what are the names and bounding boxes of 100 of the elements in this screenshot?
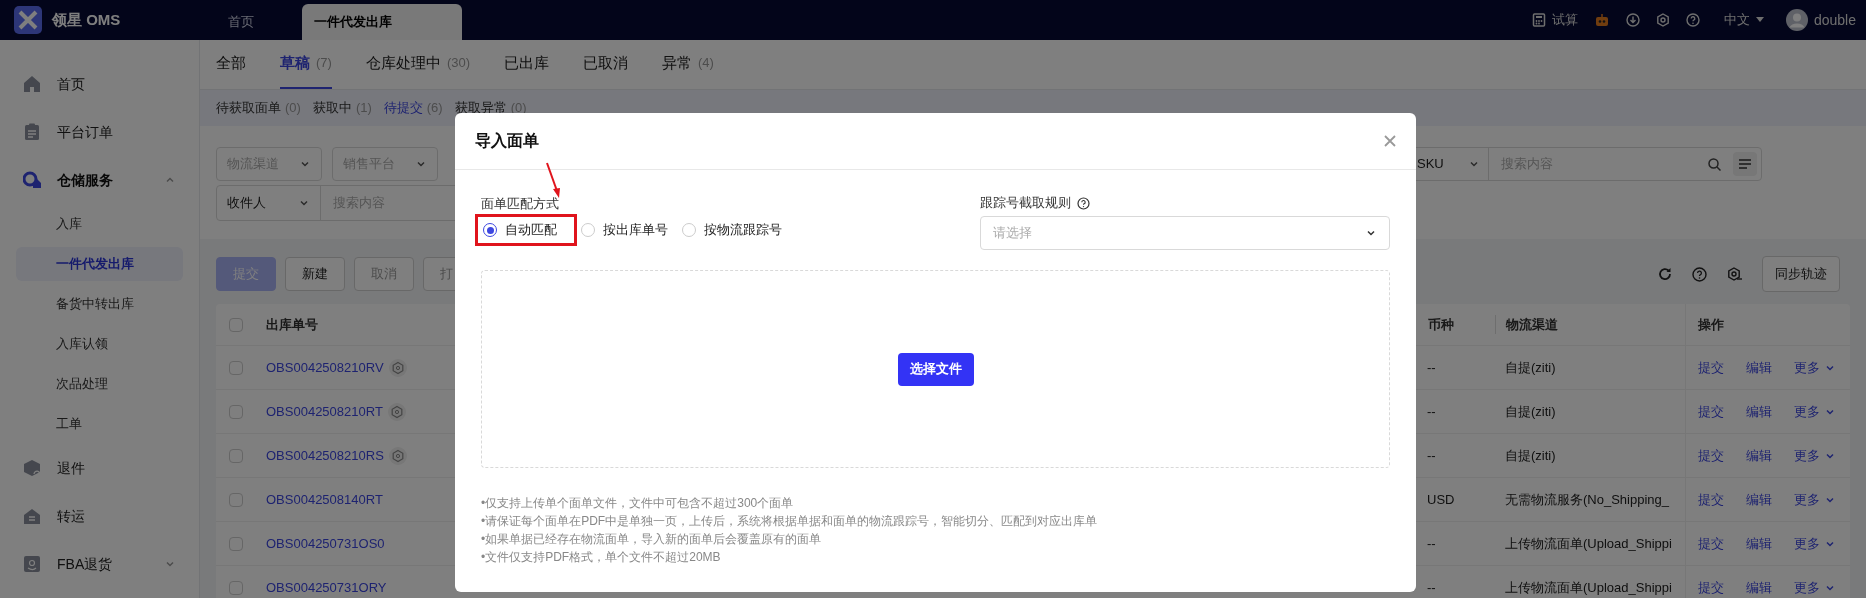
box-icon bbox=[23, 459, 41, 477]
upload-area[interactable]: 选择文件 bbox=[481, 270, 1390, 468]
table-cell-text: 无需物流服务(No_Shipping_ bbox=[1504, 490, 1670, 509]
column-header: 出库单号 bbox=[266, 315, 319, 334]
table-cell-text: 上传物流面单(Upload_Shippi bbox=[1504, 534, 1673, 553]
note-text: •请保证每个面单在PDF中是单独一页，上传后，系统将根据单据和面单的物流跟踪号，智能切分、匹配到对应出库单 bbox=[481, 513, 1099, 530]
sidebar-item[interactable]: 次品处理 bbox=[16, 367, 183, 401]
checkbox[interactable] bbox=[229, 492, 243, 507]
caret-down-icon bbox=[1755, 17, 1764, 23]
radio-option[interactable]: 自动匹配 bbox=[481, 220, 567, 240]
checkbox[interactable] bbox=[229, 360, 243, 375]
choose-file-button[interactable]: 选择文件 bbox=[897, 352, 974, 386]
order-link[interactable]: OBS0042508210RS bbox=[266, 445, 384, 466]
user-name[interactable]: double bbox=[1813, 9, 1856, 31]
order-link[interactable]: OBS004250731OS0 bbox=[266, 533, 385, 554]
dialog-title: 导入面单 bbox=[475, 131, 539, 151]
table-cell-text: -- bbox=[1426, 534, 1437, 553]
home-icon bbox=[23, 75, 41, 93]
more-link[interactable]: 更多 bbox=[1794, 445, 1820, 466]
robot-icon bbox=[1593, 12, 1610, 28]
checkbox[interactable] bbox=[229, 317, 243, 332]
order-link[interactable]: OBS0042508210RT bbox=[266, 401, 383, 422]
language-selector[interactable]: 中文 bbox=[1723, 10, 1750, 30]
clipboard-icon bbox=[23, 123, 41, 141]
sidebar-item[interactable]: 入库 bbox=[16, 207, 183, 241]
action-link[interactable]: 提交 bbox=[1698, 489, 1724, 510]
house-icon bbox=[23, 507, 41, 525]
sidebar-item[interactable]: FBA退货 bbox=[57, 553, 113, 575]
action-link[interactable]: 编辑 bbox=[1746, 401, 1772, 422]
action-link[interactable]: 编辑 bbox=[1746, 489, 1772, 510]
more-link[interactable]: 更多 bbox=[1794, 489, 1820, 510]
avatar-icon bbox=[1785, 9, 1808, 31]
action-link[interactable]: 提交 bbox=[1698, 357, 1724, 378]
action-link[interactable]: 编辑 bbox=[1746, 445, 1772, 466]
note-text: •文件仅支持PDF格式，单个文件不超过20MB bbox=[481, 549, 722, 566]
action-link[interactable]: 提交 bbox=[1698, 401, 1724, 422]
settings-icon bbox=[1727, 266, 1742, 282]
toolbar-button[interactable]: 新建 bbox=[285, 257, 345, 291]
column-header: 物流渠道 bbox=[1495, 314, 1685, 335]
checkbox[interactable] bbox=[229, 536, 243, 551]
sidebar-item[interactable]: 仓储服务 bbox=[57, 169, 113, 191]
table-cell-text: -- bbox=[1426, 358, 1437, 377]
checkbox[interactable] bbox=[229, 448, 243, 463]
select-field[interactable]: 收件人 bbox=[217, 186, 321, 220]
table-cell-text: 自提(ziti) bbox=[1504, 446, 1557, 465]
action-link[interactable]: 提交 bbox=[1698, 577, 1724, 598]
more-link[interactable]: 更多 bbox=[1794, 577, 1820, 598]
checkbox[interactable] bbox=[229, 580, 243, 595]
download-icon bbox=[1625, 13, 1640, 27]
select-field[interactable]: 请选择 bbox=[980, 216, 1390, 250]
order-link[interactable]: OBS0042508210RV bbox=[266, 357, 384, 378]
warehouse-icon bbox=[23, 171, 41, 189]
action-link[interactable]: 提交 bbox=[1698, 533, 1724, 554]
sidebar-item[interactable]: 备货中转出库 bbox=[16, 287, 183, 321]
sync-button[interactable]: 同步轨迹 bbox=[1762, 256, 1840, 292]
settings-icon bbox=[1655, 13, 1670, 27]
logo-icon bbox=[14, 6, 42, 34]
sidebar-item[interactable]: 入库认领 bbox=[16, 327, 183, 361]
checkbox[interactable] bbox=[229, 404, 243, 419]
note-text: •如果单据已经存在物流面单，导入新的面单后会覆盖原有的面单 bbox=[481, 531, 823, 548]
app-name: 领星 OMS bbox=[52, 9, 121, 30]
order-link[interactable]: OBS004250731ORY bbox=[266, 577, 387, 598]
more-link[interactable]: 更多 bbox=[1794, 533, 1820, 554]
status-tab[interactable]: 全部 bbox=[216, 39, 246, 89]
nav-tab[interactable]: 首页 bbox=[220, 4, 263, 40]
column-header: 操作 bbox=[1685, 304, 1850, 345]
close-icon bbox=[1384, 135, 1396, 147]
tool-label[interactable]: 试算 bbox=[1551, 10, 1578, 30]
radio-option[interactable]: 按出库单号 bbox=[579, 220, 668, 240]
table-cell-text: 上传物流面单(Upload_Shippi bbox=[1504, 578, 1673, 597]
action-link[interactable]: 编辑 bbox=[1746, 533, 1772, 554]
sidebar-item[interactable]: 平台订单 bbox=[57, 121, 113, 143]
sidebar-item[interactable]: 首页 bbox=[57, 73, 85, 95]
action-link[interactable]: 提交 bbox=[1698, 445, 1724, 466]
field-label: 面单匹配方式 bbox=[481, 195, 560, 212]
field-label: 跟踪号截取规则 bbox=[980, 194, 1071, 213]
table-cell-text: -- bbox=[1426, 578, 1437, 597]
status-tab[interactable]: 已取消 bbox=[583, 39, 628, 89]
table-cell-text: -- bbox=[1426, 446, 1437, 465]
calculator-icon bbox=[1531, 13, 1546, 27]
sidebar-item[interactable]: 工单 bbox=[16, 407, 183, 441]
more-link[interactable]: 更多 bbox=[1794, 357, 1820, 378]
sidebar-item[interactable]: 一件代发出库 bbox=[16, 247, 183, 281]
nav-tab[interactable]: 一件代发出库 bbox=[302, 4, 463, 40]
order-link[interactable]: OBS0042508140RT bbox=[266, 489, 383, 510]
help-icon bbox=[1685, 13, 1700, 27]
radio-option[interactable]: 按物流跟踪号 bbox=[680, 220, 782, 240]
sidebar-item[interactable]: 转运 bbox=[57, 505, 85, 527]
action-link[interactable]: 编辑 bbox=[1746, 357, 1772, 378]
table-cell-text: 自提(ziti) bbox=[1504, 402, 1557, 421]
refresh-icon bbox=[1658, 267, 1672, 281]
sidebar-item[interactable]: 退件 bbox=[57, 457, 85, 479]
status-tab[interactable]: 已出库 bbox=[504, 39, 549, 89]
table-cell-text: 自提(ziti) bbox=[1504, 358, 1557, 377]
help-icon bbox=[1077, 196, 1090, 210]
table-cell-text: -- bbox=[1426, 402, 1437, 421]
action-link[interactable]: 编辑 bbox=[1746, 577, 1772, 598]
amazon-icon bbox=[23, 555, 41, 573]
more-link[interactable]: 更多 bbox=[1794, 401, 1820, 422]
help-icon bbox=[1692, 266, 1707, 282]
